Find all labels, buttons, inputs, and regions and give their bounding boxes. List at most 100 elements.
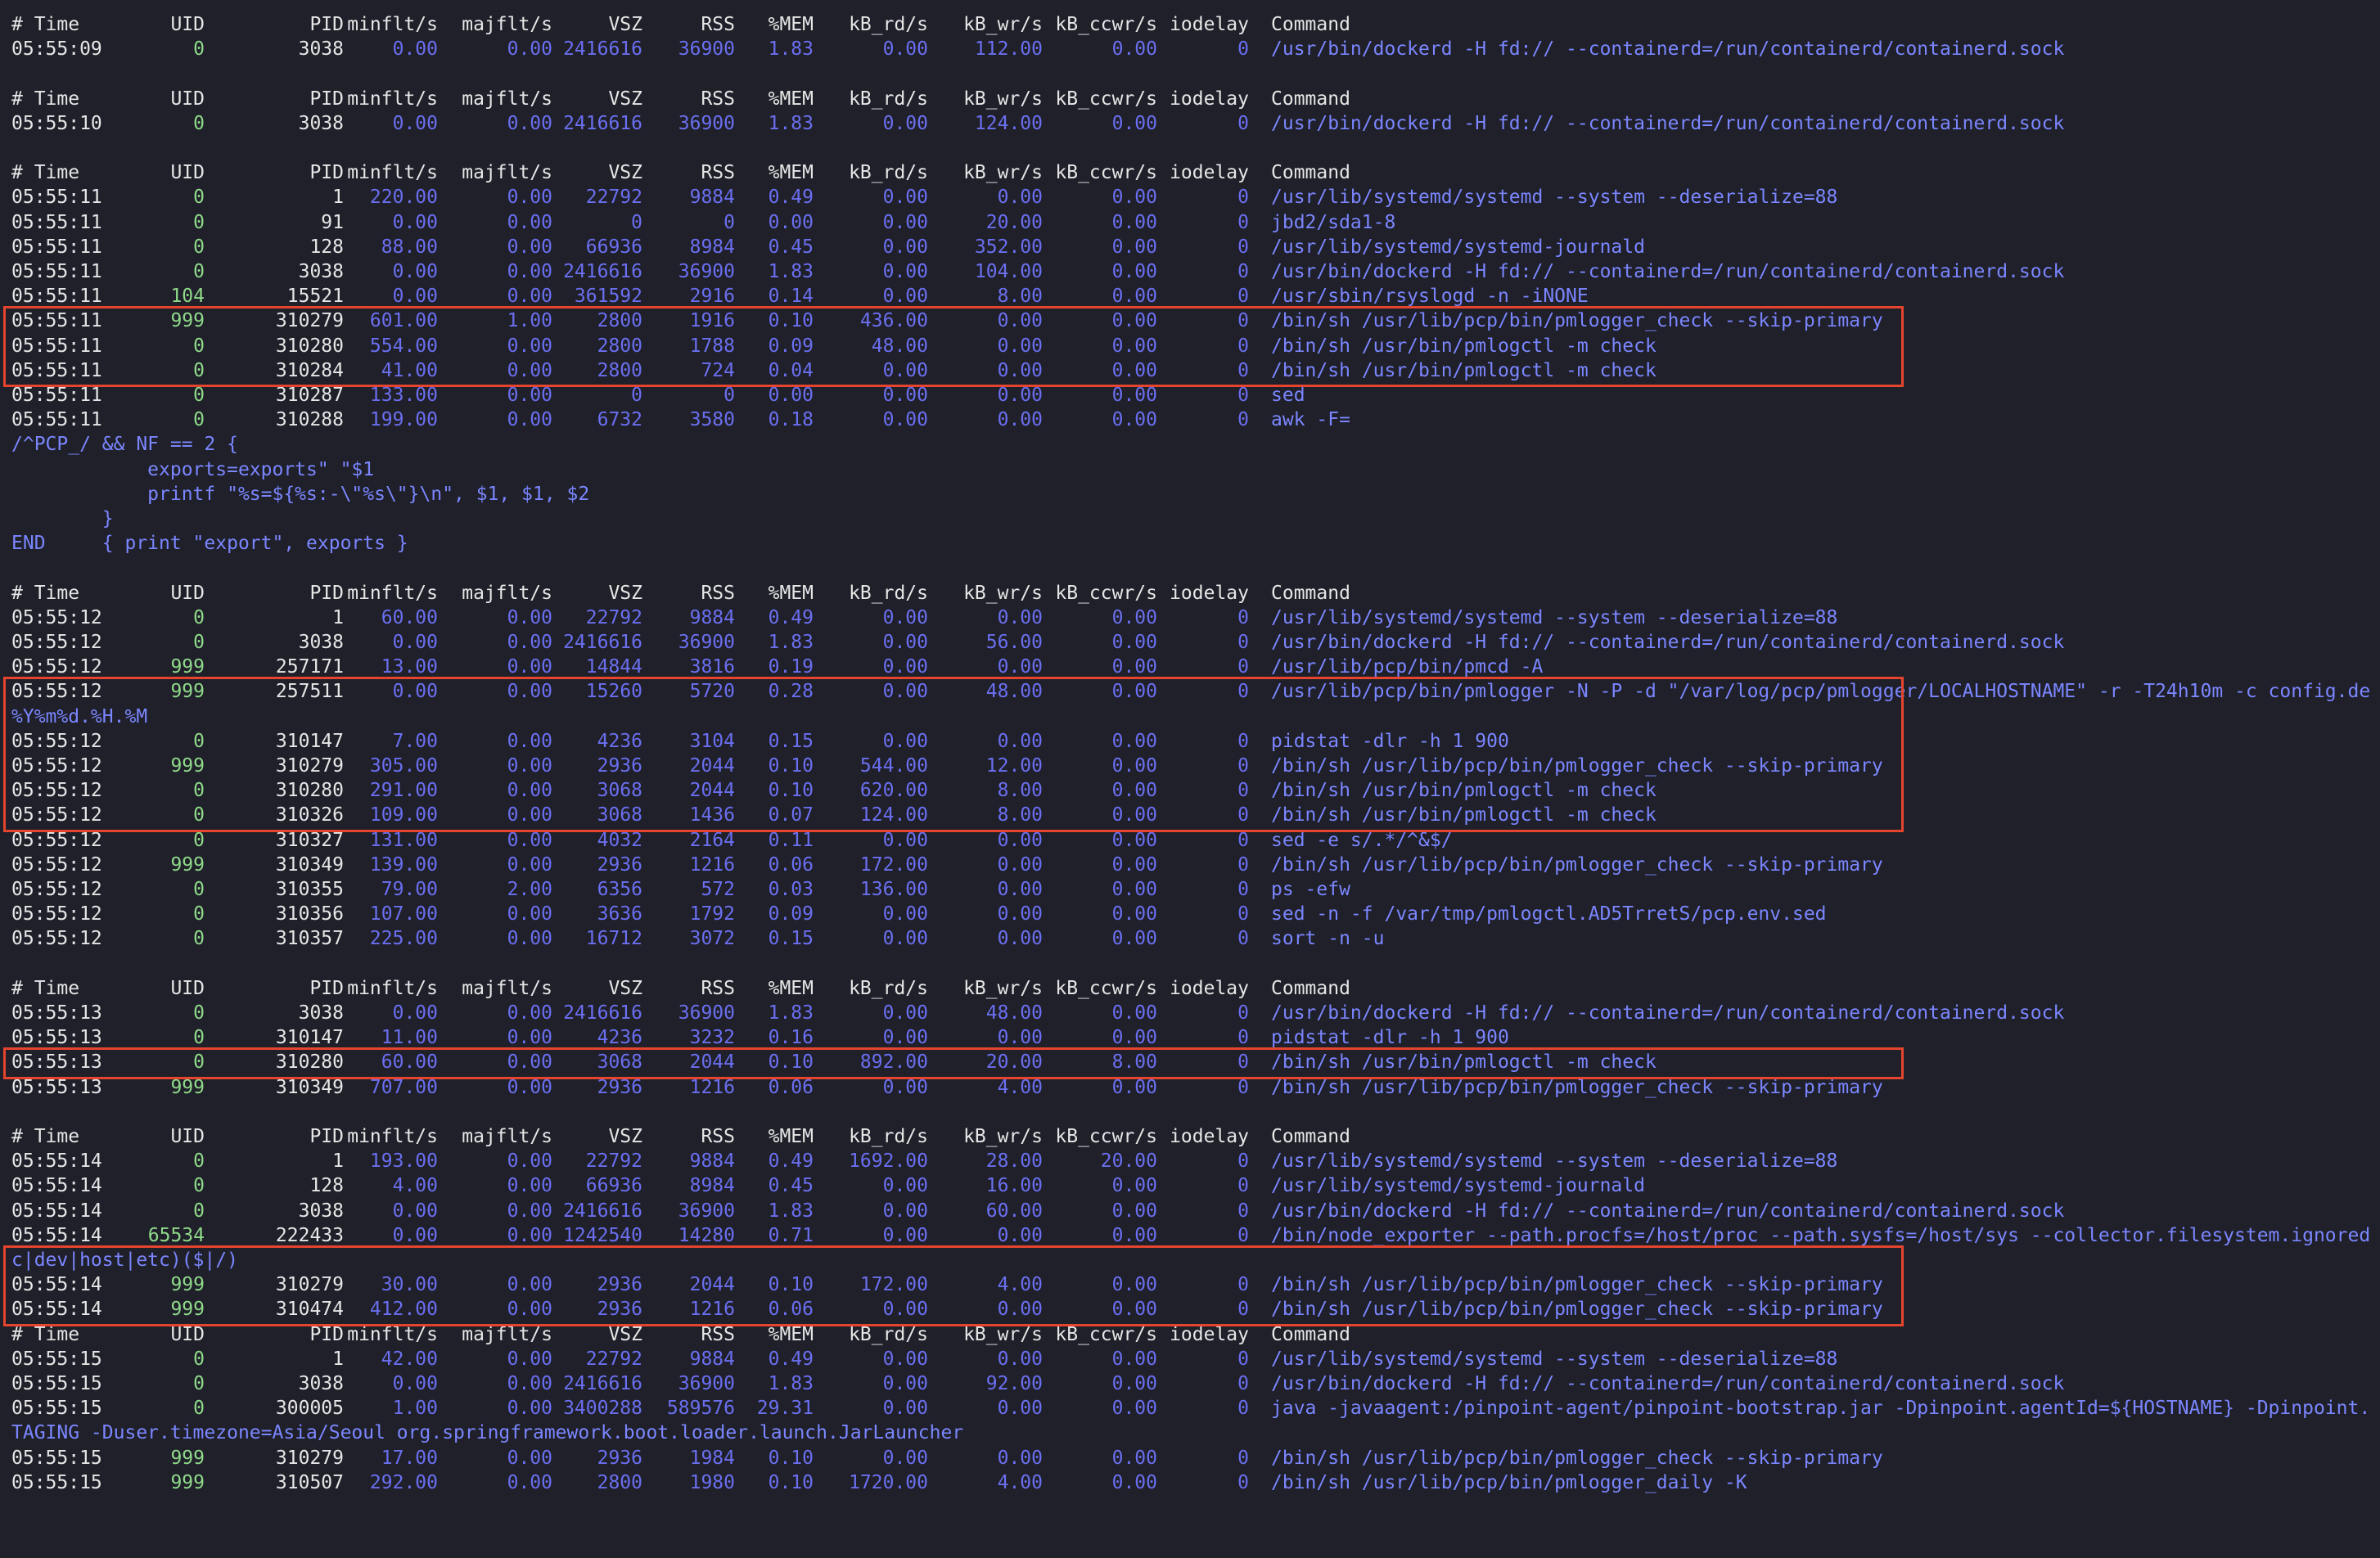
column-header-row: # Time UID PID minflt/s majflt/s VSZ RSS %MEM kB… [0, 976, 2380, 1001]
cell-command: /usr/bin/dockerd -H fd:// --containerd=/… [1271, 1002, 2065, 1024]
cell-kbccwr: 0.00 [1111, 928, 1157, 950]
cell-iodelay: 0 [1237, 1471, 1249, 1493]
cell-kbwr: 0.00 [997, 903, 1043, 925]
cell-command: /usr/bin/dockerd -H fd:// --containerd=/… [1271, 1200, 2065, 1222]
cell-time: 05:55:11 [11, 409, 102, 431]
cell-rss: 589576 [666, 1398, 735, 1420]
cell-kbrd: 0.00 [882, 236, 928, 258]
cell-pid: 310357 [275, 928, 344, 950]
header-command: Command [1271, 162, 1350, 184]
cell-command: /usr/lib/pcp/bin/pmcd -A [1271, 656, 1544, 678]
cell-pid: 1 [332, 1348, 344, 1370]
cell-time: 05:55:09 [11, 38, 102, 61]
header-time: # Time [11, 14, 80, 35]
cell-mem: 0.71 [768, 1224, 814, 1246]
cell-kbrd: 0.00 [882, 656, 928, 678]
cell-majflt: 0.00 [507, 632, 552, 653]
cell-time: 05:55:14 [11, 1200, 102, 1222]
cell-vsz: 2416616 [563, 261, 642, 282]
cell-iodelay: 0 [1237, 1398, 1249, 1420]
cell-command: /usr/sbin/rsyslogd -n -iNONE [1271, 286, 1589, 308]
header-vsz: VSZ [608, 582, 642, 604]
cell-majflt: 0.00 [507, 236, 552, 258]
cell-kbrd: 0.00 [882, 38, 928, 61]
cell-minflt: 220.00 [369, 187, 438, 209]
cell-kbwr: 0.00 [997, 1224, 1043, 1246]
cell-vsz: 22792 [585, 1150, 642, 1173]
cell-kbrd: 0.00 [882, 409, 928, 431]
header-mem: %MEM [768, 88, 814, 110]
process-row: 05:55:11 0 128 88.00 0.00 66936 8984 0.45 0.00 35… [0, 235, 2380, 259]
cell-kbccwr: 0.00 [1111, 38, 1157, 61]
cell-vsz: 3636 [597, 903, 642, 925]
process-row: 05:55:12 0 1 60.00 0.00 22792 9884 0.49 0.00 0.00… [0, 606, 2380, 630]
cell-mem: 0.10 [768, 1447, 814, 1469]
cell-iodelay: 0 [1237, 38, 1249, 61]
header-kbwr: kB_wr/s [963, 162, 1043, 184]
header-minflt: minflt/s [347, 582, 438, 604]
cell-kbwr: 60.00 [985, 1200, 1043, 1222]
cell-mem: 0.19 [768, 656, 814, 678]
cell-mem: 1.83 [768, 38, 814, 61]
cell-kbccwr: 0.00 [1111, 632, 1157, 653]
cell-kbccwr: 0.00 [1111, 187, 1157, 209]
cell-vsz: 2416616 [563, 112, 642, 134]
cell-vsz: 22792 [585, 187, 642, 209]
cell-mem: 1.83 [768, 112, 814, 134]
cell-kbrd: 0.00 [882, 112, 928, 134]
cell-rss: 3232 [689, 1027, 735, 1049]
header-minflt: minflt/s [347, 14, 438, 35]
header-mem: %MEM [768, 14, 814, 35]
header-minflt: minflt/s [347, 977, 438, 999]
header-mem: %MEM [768, 1126, 814, 1147]
process-row: 05:55:11 0 91 0.00 0.00 0 0 0.00 0.00 20.00 0.00 0 j… [0, 210, 2380, 235]
cell-majflt: 0.00 [507, 409, 552, 431]
cell-uid: 0 [193, 112, 205, 134]
cell-pid: 3038 [298, 1373, 344, 1394]
header-vsz: VSZ [608, 88, 642, 110]
cell-rss: 2916 [689, 286, 735, 308]
cell-rss: 1216 [689, 853, 735, 876]
cell-minflt: 193.00 [369, 1150, 438, 1173]
cell-kbrd: 0.00 [882, 632, 928, 653]
process-row: 05:55:12 0 310356 107.00 0.00 3636 1792 0.09 0.0… [0, 902, 2380, 926]
cell-mem: 1.83 [768, 261, 814, 282]
cell-kbccwr: 0.00 [1111, 1373, 1157, 1394]
cell-kbrd: 0.00 [882, 606, 928, 628]
cell-time: 05:55:12 [11, 928, 102, 950]
header-time: # Time [11, 977, 80, 999]
cell-uid: 0 [193, 879, 205, 900]
process-row: 05:55:09 0 3038 0.00 0.00 2416616 36900 1.83 0.0… [0, 37, 2380, 61]
cell-kbwr: 0.00 [997, 656, 1043, 678]
cell-mem: 0.10 [768, 1471, 814, 1493]
cell-pid: 310507 [275, 1471, 344, 1493]
cell-mem: 1.83 [768, 1200, 814, 1222]
cell-rss: 572 [701, 879, 735, 900]
cell-uid: 0 [193, 1002, 205, 1024]
cell-time: 05:55:11 [11, 211, 102, 233]
wrapped-command-text: END { print "export", exports } [11, 533, 408, 555]
cell-kbccwr: 0.00 [1111, 211, 1157, 233]
highlight-box [3, 1245, 1904, 1326]
cell-kbwr: 4.00 [997, 1471, 1043, 1493]
cell-majflt: 0.00 [507, 1373, 552, 1394]
process-row: 05:55:14 0 1 193.00 0.00 22792 9884 0.49 1692.00… [0, 1149, 2380, 1173]
cell-pid: 310147 [275, 1027, 344, 1049]
cell-rss: 3072 [689, 928, 735, 950]
cell-rss: 3816 [689, 656, 735, 678]
cell-vsz: 16712 [585, 928, 642, 950]
cell-uid: 0 [193, 1200, 205, 1222]
cell-kbrd: 0.00 [882, 1224, 928, 1246]
cell-pid: 1 [332, 187, 344, 209]
cell-vsz: 66936 [585, 236, 642, 258]
cell-minflt: 1.00 [392, 1398, 438, 1420]
cell-majflt: 0.00 [507, 187, 552, 209]
cell-minflt: 0.00 [392, 286, 438, 308]
cell-vsz: 22792 [585, 1348, 642, 1370]
cell-kbrd: 1692.00 [849, 1150, 928, 1173]
header-vsz: VSZ [608, 1126, 642, 1147]
cell-time: 05:55:13 [11, 1002, 102, 1024]
header-uid: UID [170, 88, 205, 110]
cell-uid: 0 [193, 236, 205, 258]
header-kbrd: kB_rd/s [849, 162, 928, 184]
